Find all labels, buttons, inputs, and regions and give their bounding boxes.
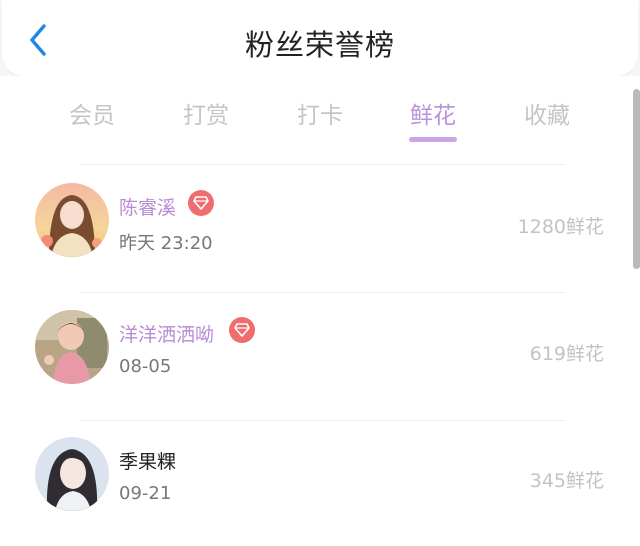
tab-flowers[interactable]: 鲜花	[388, 96, 478, 130]
fan-name[interactable]: 季果粿	[119, 447, 176, 474]
avatar[interactable]	[35, 310, 109, 384]
diamond-icon	[193, 196, 209, 210]
vip-badge	[229, 317, 255, 343]
fan-time: 09-21	[119, 483, 172, 504]
tab-active-indicator	[409, 137, 457, 142]
tab-checkin[interactable]: 打卡	[275, 96, 365, 130]
vip-badge	[188, 190, 214, 216]
fan-row[interactable]: 季果粿 09-21 345鲜花	[0, 407, 640, 533]
fan-name[interactable]: 陈睿溪	[119, 193, 176, 220]
flower-count: 619鲜花	[529, 343, 604, 365]
avatar[interactable]	[35, 437, 109, 511]
top-bar: 粉丝荣誉榜	[2, 0, 638, 76]
page-title: 粉丝荣誉榜	[244, 28, 395, 62]
fan-row[interactable]: 洋洋洒洒呦 08-05 619鲜花	[0, 280, 640, 406]
avatar[interactable]	[35, 183, 109, 257]
main-panel: 会员 打赏 打卡 鲜花 收藏 陈睿溪 昨天 23:20 1280鲜花 洋洋洒洒呦…	[0, 76, 640, 546]
fan-row[interactable]: 陈睿溪 昨天 23:20 1280鲜花	[0, 153, 640, 279]
tab-member[interactable]: 会员	[47, 96, 137, 130]
flower-count: 1280鲜花	[517, 216, 604, 238]
tab-reward[interactable]: 打赏	[161, 96, 251, 130]
fan-time: 昨天 23:20	[119, 233, 213, 254]
diamond-icon	[234, 323, 250, 337]
tab-favorites[interactable]: 收藏	[502, 96, 592, 130]
tab-bar: 会员 打赏 打卡 鲜花 收藏	[0, 76, 640, 164]
fan-time: 08-05	[119, 356, 172, 377]
scrollbar[interactable]	[633, 89, 640, 269]
flower-count: 345鲜花	[529, 470, 604, 492]
fan-name[interactable]: 洋洋洒洒呦	[119, 320, 214, 347]
